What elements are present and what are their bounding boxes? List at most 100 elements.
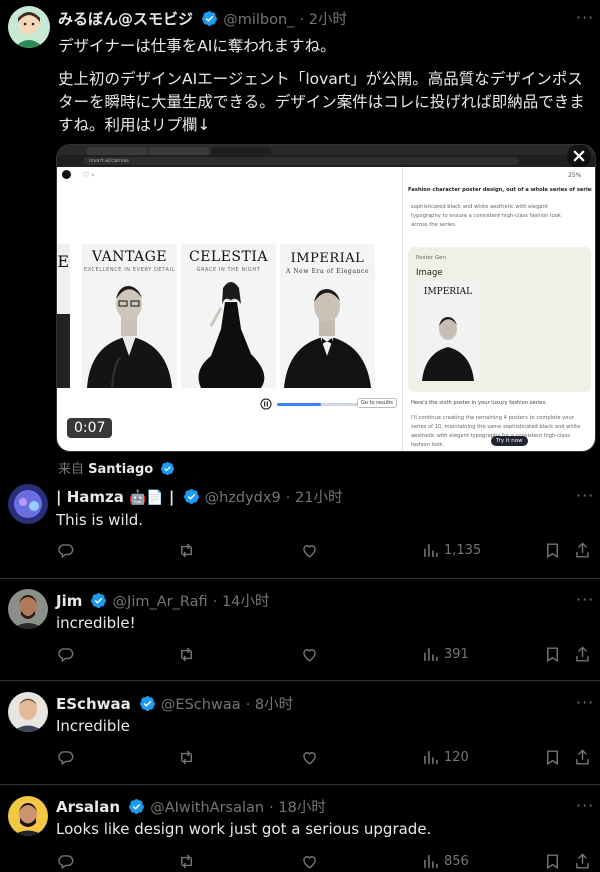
author-name[interactable]: | Hamza — [56, 488, 124, 506]
views-icon[interactable] — [421, 541, 440, 560]
more-options-icon[interactable]: ··· — [576, 8, 594, 27]
author-handle[interactable]: @milbon_ — [223, 12, 294, 28]
reply-text: This is wild. — [56, 511, 144, 529]
share-icon[interactable] — [573, 852, 592, 871]
author-handle[interactable]: @ESchwaa — [161, 697, 241, 713]
video-card[interactable]: lovart.ai/canvas ♡ › E VANTAGE EXCELLENC… — [56, 144, 596, 452]
reply-header: Jim @Jim_Ar_Rafi · 14小时 — [56, 590, 269, 611]
man-tuxedo-image — [284, 289, 371, 388]
avatar[interactable] — [8, 6, 50, 48]
close-video-icon[interactable] — [566, 144, 592, 169]
avatar[interactable] — [8, 796, 48, 836]
reply-time[interactable]: · 21小时 — [286, 490, 343, 506]
reply-icon[interactable] — [56, 541, 75, 560]
verified-icon — [161, 461, 175, 476]
author-name[interactable]: Jim — [56, 592, 82, 610]
repost-icon[interactable] — [177, 541, 196, 560]
name-emoji: 🤖📄 — [128, 490, 164, 506]
video-duration: 0:07 — [67, 418, 113, 438]
canvas-tools-icon[interactable]: ♡ › — [83, 171, 94, 179]
woman-portrait-image — [198, 282, 265, 388]
verified-icon — [202, 11, 218, 26]
view-count: 391 — [444, 647, 469, 662]
like-icon[interactable] — [300, 645, 319, 664]
bookmark-icon[interactable] — [543, 852, 562, 871]
share-icon[interactable] — [573, 541, 592, 560]
bookmark-icon[interactable] — [543, 645, 562, 664]
chat-panel: 25% Fashion character poster design, out… — [402, 167, 595, 451]
poster-subtitle: EXCELLENCE IN EVERY DETAIL — [84, 267, 175, 273]
reply-header: Arsalan @AIwithArsalan · 18小时 — [56, 796, 326, 817]
card-tag: Poster Gen — [416, 255, 447, 261]
avatar-image — [8, 484, 48, 524]
poster-card[interactable]: CELESTIA GRACE IN THE NIGHT — [181, 244, 276, 388]
browser-tabbar — [57, 145, 595, 155]
avatar[interactable] — [8, 484, 48, 524]
more-options-icon[interactable]: ··· — [576, 590, 594, 609]
poster-subtitle: GRACE IN THE NIGHT — [196, 267, 261, 273]
more-options-icon[interactable]: ··· — [576, 796, 594, 815]
video-progress-fill — [277, 403, 322, 406]
views-icon[interactable] — [421, 852, 440, 871]
reply-icon[interactable] — [56, 852, 75, 871]
via-name[interactable]: Santiago — [88, 462, 153, 477]
reply-text: Looks like design work just got a seriou… — [56, 820, 432, 838]
repost-icon[interactable] — [177, 645, 196, 664]
more-options-icon[interactable]: ··· — [576, 486, 594, 505]
avatar[interactable] — [8, 589, 48, 629]
poster-card[interactable]: E — [57, 244, 70, 388]
repost-icon[interactable] — [177, 748, 196, 767]
share-icon[interactable] — [573, 748, 592, 767]
poster-title: IMPERIAL — [290, 251, 365, 266]
avatar[interactable] — [8, 692, 48, 732]
chat-message: Here's the sixth poster in your luxury f… — [411, 400, 547, 406]
design-canvas: ♡ › E VANTAGE EXCELLENCE IN EVERY DETAIL… — [57, 167, 402, 451]
reply-time[interactable]: · 8小时 — [246, 697, 293, 713]
pause-icon[interactable] — [260, 398, 272, 410]
poster-card[interactable]: VANTAGE EXCELLENCE IN EVERY DETAIL — [82, 244, 177, 388]
bookmark-icon[interactable] — [543, 748, 562, 767]
bookmark-icon[interactable] — [543, 541, 562, 560]
like-icon[interactable] — [300, 852, 319, 871]
reply-time[interactable]: · 14小时 — [213, 594, 270, 610]
divider — [0, 784, 600, 785]
reply-text: incredible! — [56, 614, 136, 632]
like-icon[interactable] — [300, 748, 319, 767]
views-icon[interactable] — [421, 748, 440, 767]
poster-title: VANTAGE — [91, 249, 168, 265]
poster-thumbnail[interactable]: IMPERIAL — [416, 281, 480, 381]
reply-header: | Hamza 🤖📄 | @hzdydx9 · 21小时 — [56, 488, 343, 506]
author-name[interactable]: みるぼん@スモビジ — [58, 10, 193, 28]
author-name[interactable]: ESchwaa — [56, 695, 131, 713]
author-handle[interactable]: @Jim_Ar_Rafi — [113, 594, 208, 610]
view-count: 856 — [444, 854, 469, 869]
reply-text: Incredible — [56, 717, 130, 735]
tweet-text-body: 史上初のデザインAIエージェント「lovart」が公開。高品質なデザインポスター… — [58, 70, 585, 134]
source-attribution: 来自 Santiago — [58, 458, 175, 477]
repost-icon[interactable] — [177, 852, 196, 871]
reply-icon[interactable] — [56, 748, 75, 767]
go-to-results-button[interactable]: Go to results — [357, 398, 397, 408]
poster-title: CELESTIA — [188, 249, 269, 265]
thumbnail-title: IMPERIAL — [423, 287, 473, 297]
views-icon[interactable] — [421, 645, 440, 664]
try-it-now-button[interactable]: Try it now — [491, 436, 528, 446]
reply-time[interactable]: · 18小时 — [269, 800, 326, 816]
poster-gen-card[interactable]: Poster Gen Image IMPERIAL — [408, 247, 591, 392]
like-icon[interactable] — [300, 541, 319, 560]
author-handle[interactable]: @AIwithArsalan — [150, 800, 264, 816]
poster-title: E — [57, 252, 70, 271]
url-field: lovart.ai/canvas — [83, 157, 519, 165]
avatar-image — [8, 796, 48, 836]
author-name[interactable]: Arsalan — [56, 798, 120, 816]
more-options-icon[interactable]: ··· — [576, 693, 594, 712]
share-icon[interactable] — [573, 645, 592, 664]
app-logo — [62, 170, 71, 179]
author-handle[interactable]: @hzdydx9 — [205, 490, 281, 506]
chat-message: sophisticated black and white aesthetic … — [411, 204, 561, 228]
tweet-time[interactable]: · 2小时 — [300, 12, 347, 28]
zoom-level[interactable]: 25% — [568, 172, 581, 179]
reply-icon[interactable] — [56, 645, 75, 664]
view-count: 120 — [444, 750, 469, 765]
poster-card[interactable]: IMPERIAL A New Era of Elegance — [280, 244, 375, 388]
